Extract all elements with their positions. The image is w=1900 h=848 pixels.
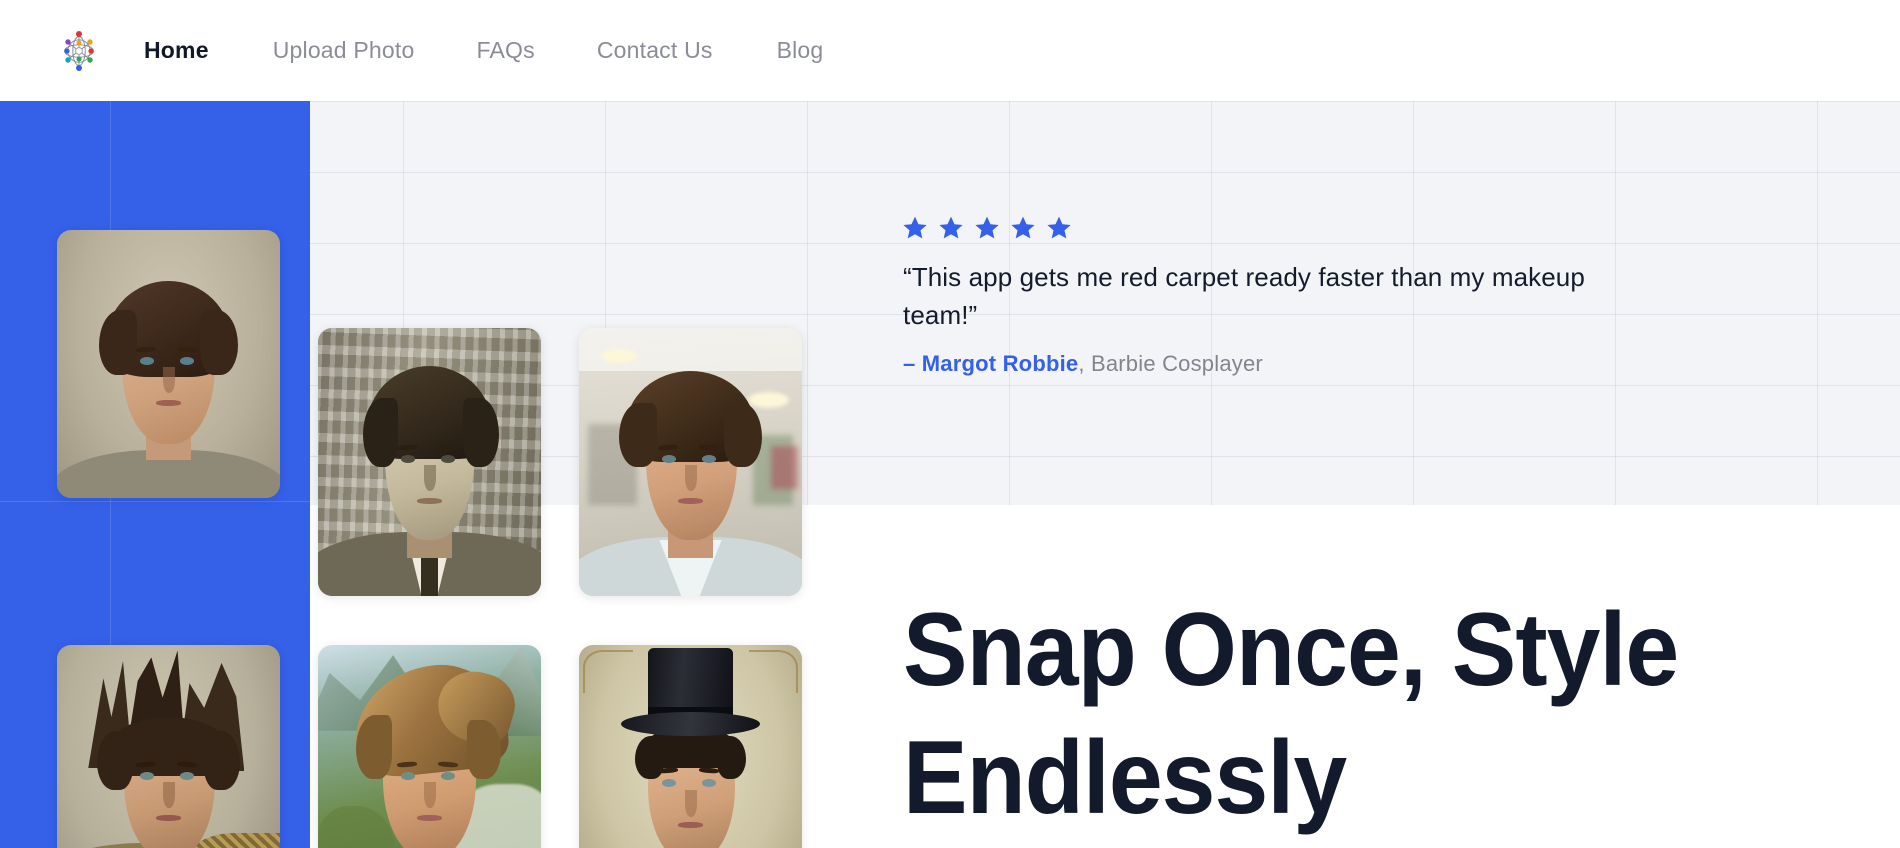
gallery-photo-card[interactable]: [579, 645, 802, 848]
portrait-vintage-tophat: [579, 645, 802, 848]
star-icon: [903, 216, 927, 239]
landing-page: Home Upload Photo FAQs Contact Us Blog “…: [0, 0, 1900, 848]
portrait-office-blue: [579, 328, 802, 596]
top-navigation-bar: Home Upload Photo FAQs Contact Us Blog: [0, 0, 1900, 101]
gallery-photo-card[interactable]: [318, 645, 541, 848]
nav-links: Home Upload Photo FAQs Contact Us Blog: [144, 0, 823, 101]
star-rating: [903, 216, 1623, 239]
nav-item-faqs[interactable]: FAQs: [477, 37, 535, 64]
testimonial-block: “This app gets me red carpet ready faste…: [903, 216, 1623, 377]
portrait-mountain-green: [318, 645, 541, 848]
testimonial-attribution: – Margot Robbie, Barbie Cosplayer: [903, 351, 1623, 377]
star-icon: [1047, 216, 1071, 239]
gallery-photo-card[interactable]: [57, 645, 280, 848]
portrait-spiked-tweed: [57, 645, 280, 848]
molecule-network-logo-icon[interactable]: [61, 30, 97, 72]
gallery-photo-card[interactable]: [318, 328, 541, 596]
star-icon: [939, 216, 963, 239]
author-role: , Barbie Cosplayer: [1078, 351, 1263, 376]
gallery-photo-card[interactable]: [57, 230, 280, 498]
nav-item-blog[interactable]: Blog: [777, 37, 824, 64]
star-icon: [1011, 216, 1035, 239]
author-name: Margot Robbie: [921, 351, 1079, 376]
portrait-sepia-city: [318, 328, 541, 596]
portrait-studio-brown: [57, 230, 280, 498]
testimonial-author: – Margot Robbie: [903, 351, 1078, 376]
testimonial-quote: “This app gets me red carpet ready faste…: [903, 262, 1585, 330]
gallery-photo-card[interactable]: [579, 328, 802, 596]
star-icon: [975, 216, 999, 239]
attribution-dash: –: [903, 351, 922, 376]
nav-item-contact-us[interactable]: Contact Us: [597, 37, 713, 64]
hero-section: “This app gets me red carpet ready faste…: [0, 101, 1900, 848]
nav-item-upload-photo[interactable]: Upload Photo: [273, 37, 415, 64]
nav-item-home[interactable]: Home: [144, 37, 209, 64]
hero-headline: Snap Once, Style Endlessly: [903, 586, 1777, 842]
headline-line-2: Endlessly: [903, 720, 1347, 836]
headline-line-1: Snap Once, Style: [903, 592, 1679, 708]
